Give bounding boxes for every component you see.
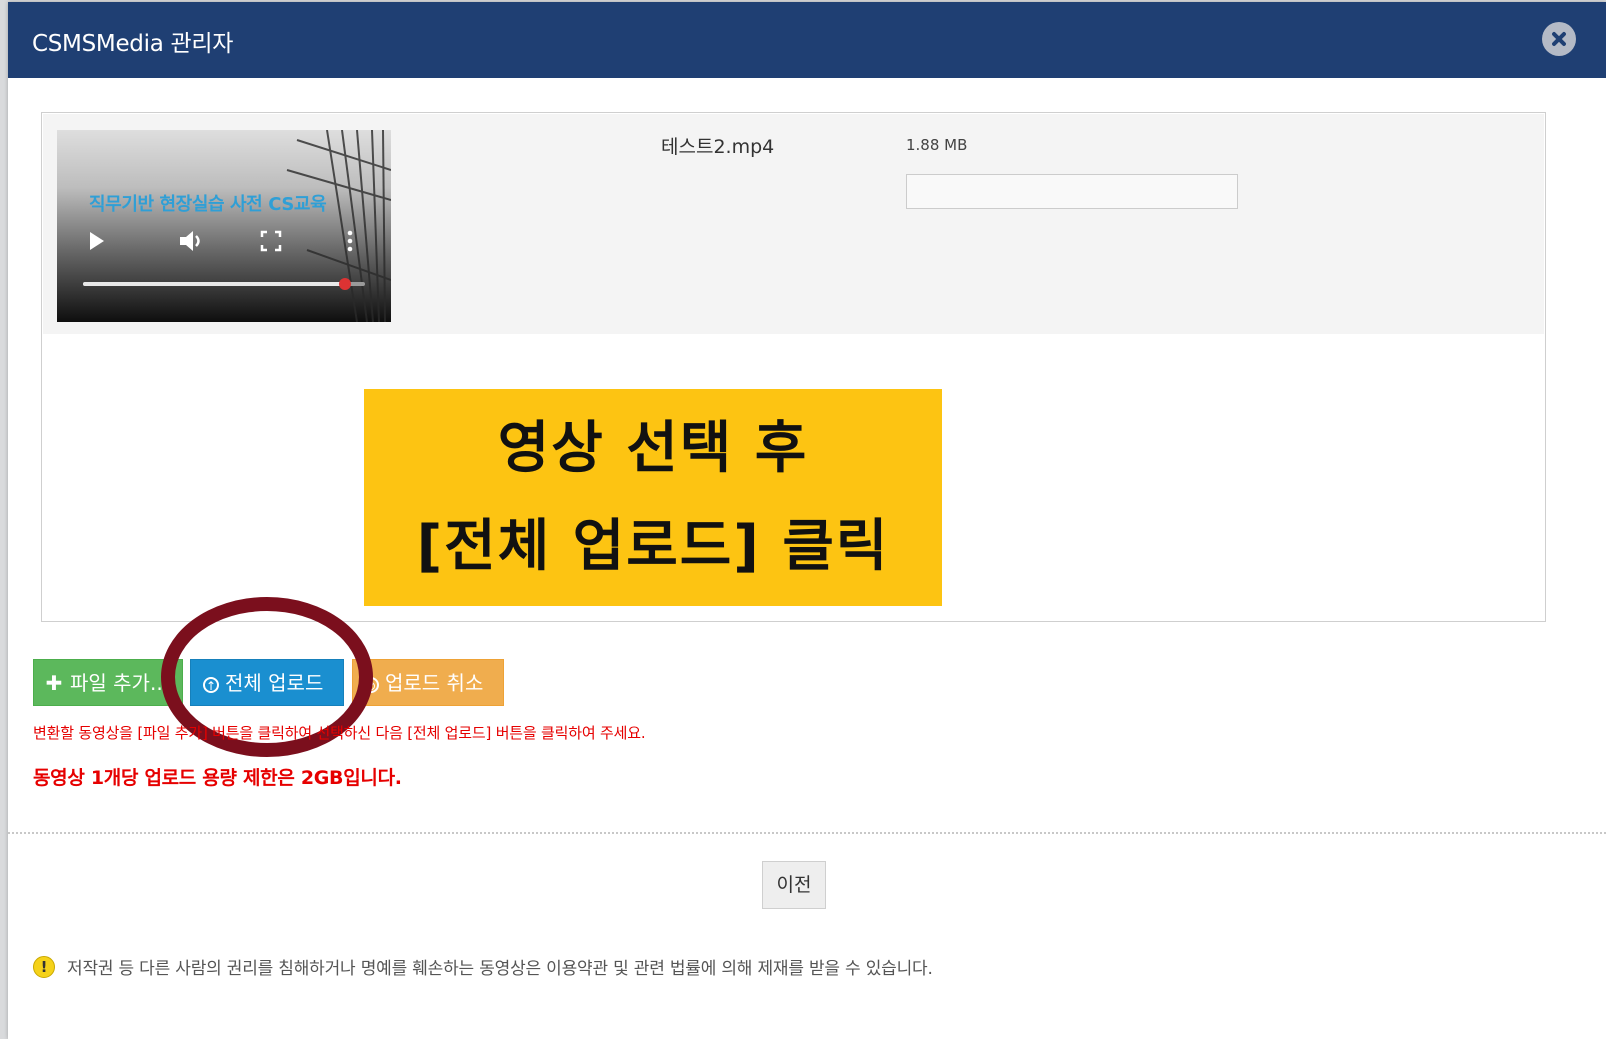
copyright-notice-text: 저작권 등 다른 사람의 권리를 침해하거나 명예를 훼손하는 동영상은 이용약… [67, 959, 933, 979]
section-divider [8, 832, 1606, 834]
add-file-button[interactable]: ✚ 파일 추가.. [33, 659, 183, 706]
plus-icon: ✚ [45, 671, 63, 695]
callout-line-2: [전체 업로드] 클릭 [416, 513, 890, 579]
file-list: 직무기반 현장실습 사전 CS교육 테스트2.mp4 1.88 MB 영상 선택… [41, 112, 1546, 622]
media-manager-dialog: CSMSMedia 관리자 직무기반 현장실습 사전 CS교육 테스트2.mp4… [8, 2, 1606, 1039]
more-options-icon[interactable] [344, 226, 356, 256]
cancel-upload-label: 업로드 취소 [385, 671, 484, 695]
volume-icon[interactable] [177, 226, 207, 256]
video-player[interactable]: 직무기반 현장실습 사전 CS교육 [57, 130, 391, 322]
prev-button[interactable]: 이전 [762, 861, 826, 909]
copyright-notice: ! 저작권 등 다른 사람의 권리를 침해하거나 명예를 훼손하는 동영상은 이… [33, 954, 933, 979]
upload-limit-text: 동영상 1개당 업로드 용량 제한은 2GB입니다. [33, 767, 402, 789]
warning-icon: ! [33, 955, 55, 978]
play-icon[interactable] [87, 226, 107, 256]
cancel-upload-button[interactable]: ⊘ 업로드 취소 [352, 659, 504, 706]
upload-all-button[interactable]: ↑ 전체 업로드 [190, 659, 344, 706]
add-file-label: 파일 추가.. [70, 671, 163, 695]
file-size: 1.88 MB [906, 136, 968, 154]
video-progress-fill [83, 282, 346, 286]
upload-arrow-icon: ↑ [203, 676, 219, 693]
cancel-icon: ⊘ [363, 676, 379, 693]
upload-help-text: 변환할 동영상을 [파일 추가] 버튼을 클릭하여 선택하신 다음 [전체 업로… [33, 724, 646, 742]
callout-line-1: 영상 선택 후 [497, 415, 809, 481]
file-name: 테스트2.mp4 [661, 136, 775, 158]
fullscreen-icon[interactable] [259, 226, 283, 256]
video-caption: 직무기반 현장실습 사전 CS교육 [89, 194, 327, 215]
video-progress-track[interactable] [83, 278, 365, 290]
instruction-callout: 영상 선택 후 [전체 업로드] 클릭 [364, 389, 942, 606]
dialog-titlebar: CSMSMedia 관리자 [8, 2, 1606, 78]
upload-all-label: 전체 업로드 [225, 671, 324, 695]
video-controls [57, 226, 391, 256]
dialog-title: CSMSMedia 관리자 [32, 31, 234, 57]
upload-progress-bar [906, 174, 1238, 209]
close-icon[interactable] [1542, 22, 1576, 56]
file-row[interactable]: 직무기반 현장실습 사전 CS교육 테스트2.mp4 1.88 MB [43, 114, 1544, 334]
